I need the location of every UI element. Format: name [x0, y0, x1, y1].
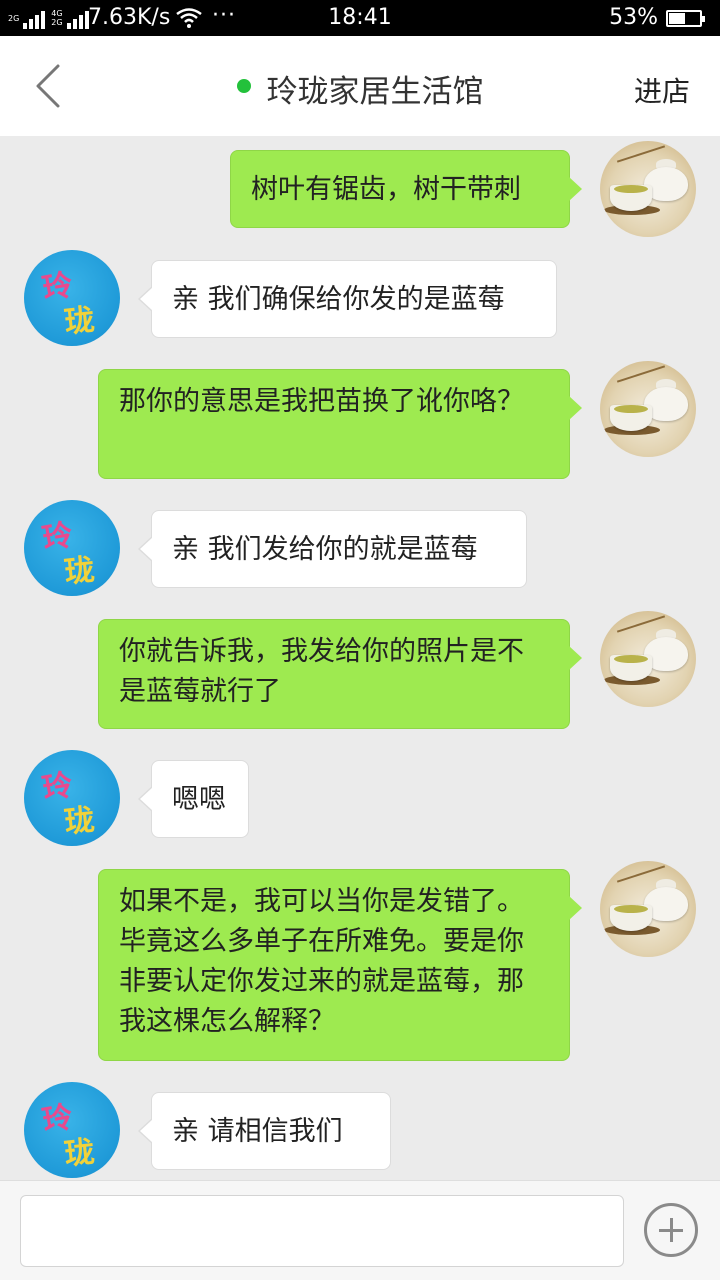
message-text: 树叶有锯齿，树干带刺: [251, 174, 521, 205]
battery-fill: [669, 13, 685, 24]
status-bar: 2G 4G 2G 7.63K/s ··· 18:41 53%: [0, 0, 720, 36]
my-message-bubble[interactable]: 如果不是，我可以当你是发错了。毕竟这么多单子在所难免。要是你非要认定你发过来的就…: [98, 869, 582, 1061]
chat-header: 玲珑家居生活馆 进店: [0, 36, 720, 136]
message-input[interactable]: [20, 1195, 624, 1267]
store-avatar-char2: 珑: [62, 552, 97, 591]
my-message-bubble[interactable]: 那你的意思是我把苗换了讹你咯？: [98, 369, 582, 479]
message-text: 亲 请相信我们: [172, 1116, 343, 1147]
input-bar: [0, 1180, 720, 1280]
title-wrap: 玲珑家居生活馆: [0, 66, 720, 111]
store-avatar[interactable]: 玲珑: [24, 1082, 120, 1178]
message-text: 你就告诉我，我发给你的照片是不是蓝莓就行了: [119, 636, 524, 707]
store-avatar-char2: 珑: [62, 1134, 97, 1173]
battery-percent: 53%: [609, 5, 658, 30]
message-text: 嗯嗯: [172, 784, 226, 815]
store-avatar-char2: 珑: [62, 802, 97, 841]
my-message-bubble[interactable]: 树叶有锯齿，树干带刺: [230, 150, 582, 228]
my-avatar[interactable]: [600, 611, 696, 707]
message-text: 那你的意思是我把苗换了讹你咯？: [119, 386, 524, 417]
my-avatar[interactable]: [600, 861, 696, 957]
my-avatar[interactable]: [600, 141, 696, 237]
battery-icon: [666, 10, 705, 27]
message-text: 亲 我们发给你的就是蓝莓: [172, 534, 478, 565]
my-avatar[interactable]: [600, 361, 696, 457]
plus-icon[interactable]: [644, 1203, 698, 1257]
enter-shop-button[interactable]: 进店: [634, 70, 690, 110]
store-message-bubble[interactable]: 亲 我们确保给你发的是蓝莓: [138, 260, 557, 338]
store-avatar[interactable]: 玲珑: [24, 500, 120, 596]
message-text: 如果不是，我可以当你是发错了。毕竟这么多单子在所难免。要是你非要认定你发过来的就…: [119, 886, 524, 1037]
store-message-bubble[interactable]: 亲 请相信我们: [138, 1092, 391, 1170]
store-avatar-char2: 珑: [62, 302, 97, 341]
my-message-bubble[interactable]: 你就告诉我，我发给你的照片是不是蓝莓就行了: [98, 619, 582, 729]
online-status-dot: [236, 78, 251, 93]
page-title: 玲珑家居生活馆: [266, 74, 484, 110]
store-avatar[interactable]: 玲珑: [24, 250, 120, 346]
store-message-bubble[interactable]: 嗯嗯: [138, 760, 249, 838]
message-text: 亲 我们确保给你发的是蓝莓: [172, 284, 505, 315]
chat-messages[interactable]: 树叶有锯齿，树干带刺 玲珑 亲 我们确保给你发的是蓝莓 那你的意思是我把苗换了讹…: [0, 136, 720, 1180]
store-avatar[interactable]: 玲珑: [24, 750, 120, 846]
store-message-bubble[interactable]: 亲 我们发给你的就是蓝莓: [138, 510, 527, 588]
